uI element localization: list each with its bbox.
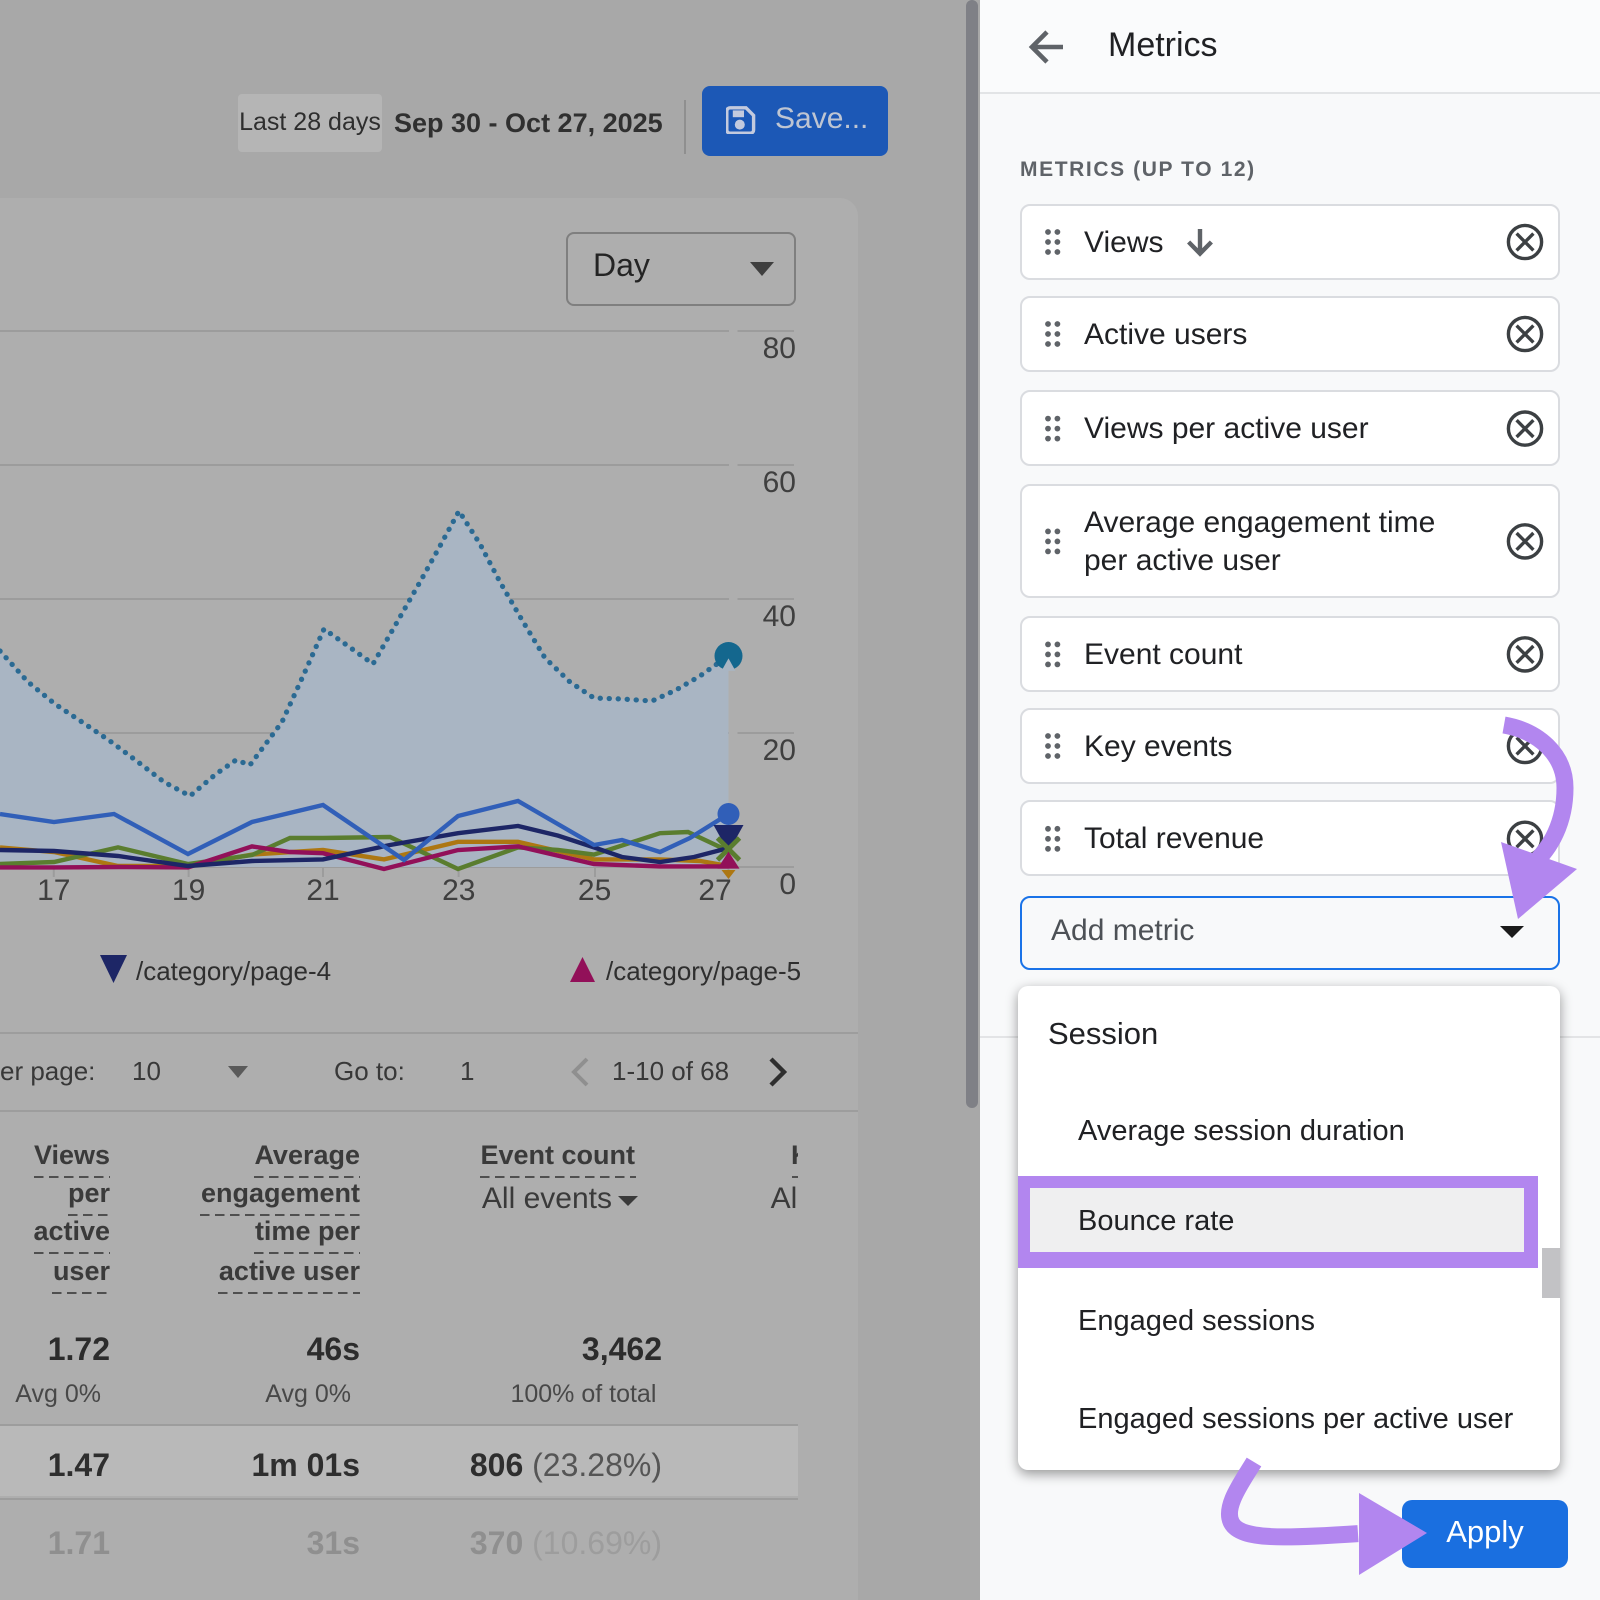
svg-text:20: 20 (763, 734, 796, 767)
svg-text:27: 27 (698, 874, 731, 907)
svg-text:40: 40 (763, 600, 796, 633)
svg-text:21: 21 (306, 874, 339, 907)
svg-text:25: 25 (578, 874, 611, 907)
svg-text:80: 80 (763, 332, 796, 365)
svg-text:0: 0 (779, 868, 796, 901)
svg-text:60: 60 (763, 466, 796, 499)
svg-text:19: 19 (172, 874, 205, 907)
svg-text:23: 23 (442, 874, 475, 907)
svg-text:17: 17 (37, 874, 70, 907)
